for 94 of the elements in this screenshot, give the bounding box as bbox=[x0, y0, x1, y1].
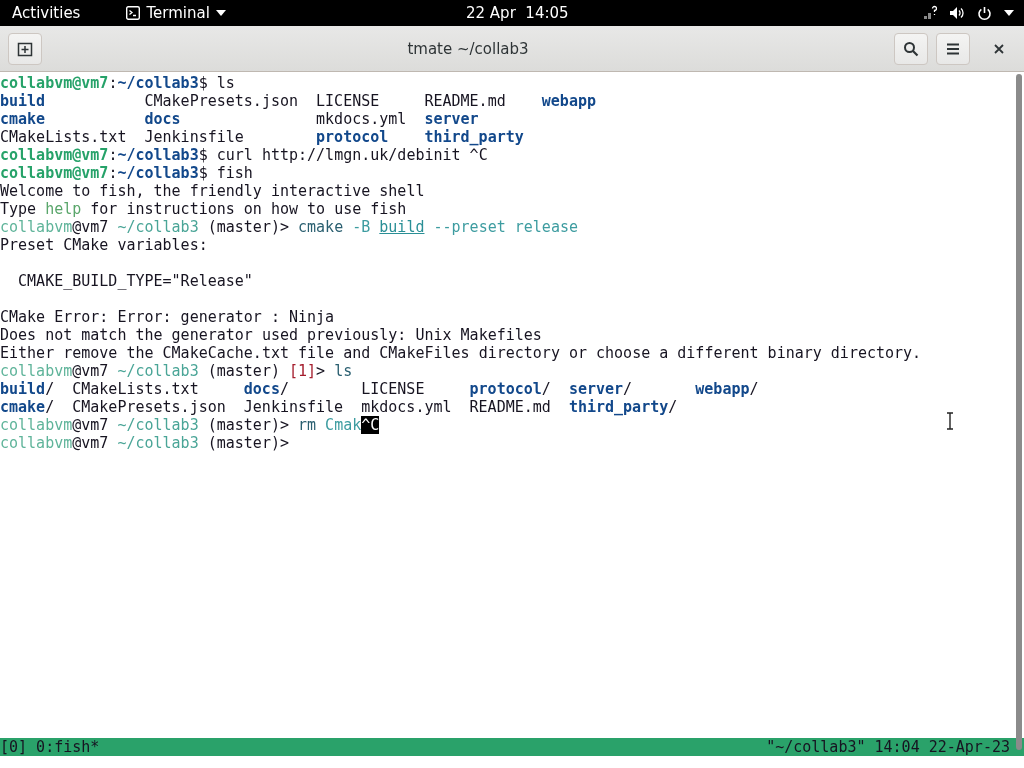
output-text: $ fish bbox=[198, 164, 253, 182]
activities-button[interactable]: Activities bbox=[12, 4, 81, 22]
directory-name: third_party bbox=[424, 128, 524, 146]
directory-name: build/ bbox=[0, 380, 55, 398]
directory-name: protocol bbox=[316, 128, 389, 146]
menu-button[interactable] bbox=[936, 32, 970, 65]
directory-name: webapp bbox=[541, 92, 596, 110]
search-button[interactable] bbox=[894, 32, 928, 65]
help-word: help bbox=[45, 200, 82, 218]
output-text: (master)> bbox=[206, 434, 289, 452]
output-text: (master)> bbox=[206, 218, 290, 236]
prompt-user: collabvm bbox=[0, 362, 73, 380]
output-text: @vm7 bbox=[72, 416, 110, 434]
new-tab-button[interactable] bbox=[8, 32, 42, 65]
output-text: (master)> bbox=[206, 416, 290, 434]
terminal-cursor: ^C bbox=[361, 416, 380, 434]
text-cursor-icon bbox=[946, 412, 954, 430]
prompt-user: collabvm bbox=[0, 416, 73, 434]
prompt-user: collabvm bbox=[0, 434, 73, 452]
directory-name: build bbox=[0, 92, 46, 110]
output-text: @vm7 bbox=[72, 434, 110, 452]
caret-icon bbox=[215, 10, 226, 16]
prompt-path: ~/collab3 bbox=[117, 74, 199, 92]
close-icon bbox=[994, 43, 1004, 54]
power-icon[interactable] bbox=[977, 5, 992, 21]
prompt-path: ~/collab3 bbox=[117, 434, 199, 452]
file-name: mkdocs.yml bbox=[361, 398, 452, 416]
file-name: Jenkinsfile bbox=[144, 128, 244, 146]
file-name: Jenkinsfile bbox=[243, 398, 344, 416]
caret-icon[interactable] bbox=[1004, 10, 1014, 16]
file-name: CMakeLists.txt bbox=[0, 128, 127, 146]
output-text: for instructions on how to use fish bbox=[89, 200, 407, 218]
scrollbar[interactable] bbox=[1016, 74, 1022, 750]
file-name: README.md bbox=[469, 398, 551, 416]
directory-name: cmake bbox=[0, 110, 46, 128]
directory-name: webapp/ bbox=[695, 380, 759, 398]
path-argument: build bbox=[379, 218, 425, 236]
file-name: mkdocs.yml bbox=[316, 110, 407, 128]
file-name: README.md bbox=[424, 92, 506, 110]
file-name: CMakePresets.json bbox=[144, 92, 298, 110]
window-title: tmate ~/collab3 bbox=[406, 39, 530, 58]
output-text: @vm7 bbox=[72, 362, 110, 380]
file-name: CMakePresets.json bbox=[72, 398, 226, 416]
clock[interactable]: 22 Apr 14:05 bbox=[466, 4, 569, 22]
output-text: Type bbox=[0, 200, 38, 218]
prompt-user: collabvm@vm7 bbox=[0, 74, 109, 92]
directory-name: protocol/ bbox=[469, 380, 551, 398]
output-text: @vm7 bbox=[72, 218, 110, 236]
menu-icon bbox=[946, 42, 960, 55]
prompt-path: ~/collab3 bbox=[117, 416, 199, 434]
directory-name: server/ bbox=[568, 380, 633, 398]
output-text: : bbox=[108, 146, 118, 164]
status-left: [0] 0:fish* bbox=[0, 738, 100, 756]
prompt-path: ~/collab3 bbox=[117, 218, 199, 236]
output-line: Does not match the generator used previously: Unix Makefiles bbox=[0, 326, 542, 344]
directory-name: cmake/ bbox=[0, 398, 55, 416]
prompt-user: collabvm@vm7 bbox=[0, 164, 109, 182]
command-argument: -B bbox=[351, 218, 372, 236]
command-text: ls bbox=[334, 362, 353, 380]
output-line: CMAKE_BUILD_TYPE="Release" bbox=[18, 272, 253, 290]
directory-name: docs bbox=[144, 110, 181, 128]
app-menu[interactable]: Terminal bbox=[126, 4, 226, 22]
command-argument: Cmak bbox=[324, 416, 362, 434]
exit-status: [1] bbox=[289, 362, 317, 380]
prompt-user: collabvm bbox=[0, 218, 73, 236]
output-text: > bbox=[316, 362, 327, 380]
command-text: rm bbox=[298, 416, 317, 434]
directory-name: docs/ bbox=[243, 380, 289, 398]
directory-name: third_party/ bbox=[568, 398, 678, 416]
file-name: LICENSE bbox=[316, 92, 380, 110]
plus-icon bbox=[17, 40, 33, 57]
prompt-path: ~/collab3 bbox=[117, 146, 199, 164]
output-line: Welcome to fish, the friendly interactive shell bbox=[0, 182, 425, 200]
output-text: $ curl http://lmgn.uk/debinit ^C bbox=[198, 146, 488, 164]
command-text: cmake bbox=[298, 218, 344, 236]
file-name: LICENSE bbox=[361, 380, 425, 398]
command-argument: --preset release bbox=[432, 218, 578, 236]
network-icon[interactable] bbox=[923, 5, 937, 21]
prompt-path: ~/collab3 bbox=[117, 362, 199, 380]
prompt-path: ~/collab3 bbox=[117, 164, 199, 182]
output-line: Preset CMake variables: bbox=[0, 236, 208, 254]
volume-icon[interactable] bbox=[949, 6, 965, 20]
output-text: : bbox=[108, 74, 118, 92]
output-text: (master) bbox=[206, 362, 281, 380]
terminal-icon bbox=[126, 6, 141, 20]
file-name: CMakeLists.txt bbox=[72, 380, 199, 398]
directory-name: server bbox=[424, 110, 479, 128]
output-text: $ ls bbox=[198, 74, 235, 92]
output-line: Either remove the CMakeCache.txt file and CMakeFiles directory or choose a different binary directory. bbox=[0, 344, 922, 362]
output-line: CMake Error: Error: generator : Ninja bbox=[0, 308, 335, 326]
status-right: "~/collab3" 14:04 22-Apr-23 bbox=[766, 738, 1010, 756]
output-text: : bbox=[108, 164, 118, 182]
search-icon bbox=[903, 40, 919, 57]
prompt-user: collabvm@vm7 bbox=[0, 146, 109, 164]
